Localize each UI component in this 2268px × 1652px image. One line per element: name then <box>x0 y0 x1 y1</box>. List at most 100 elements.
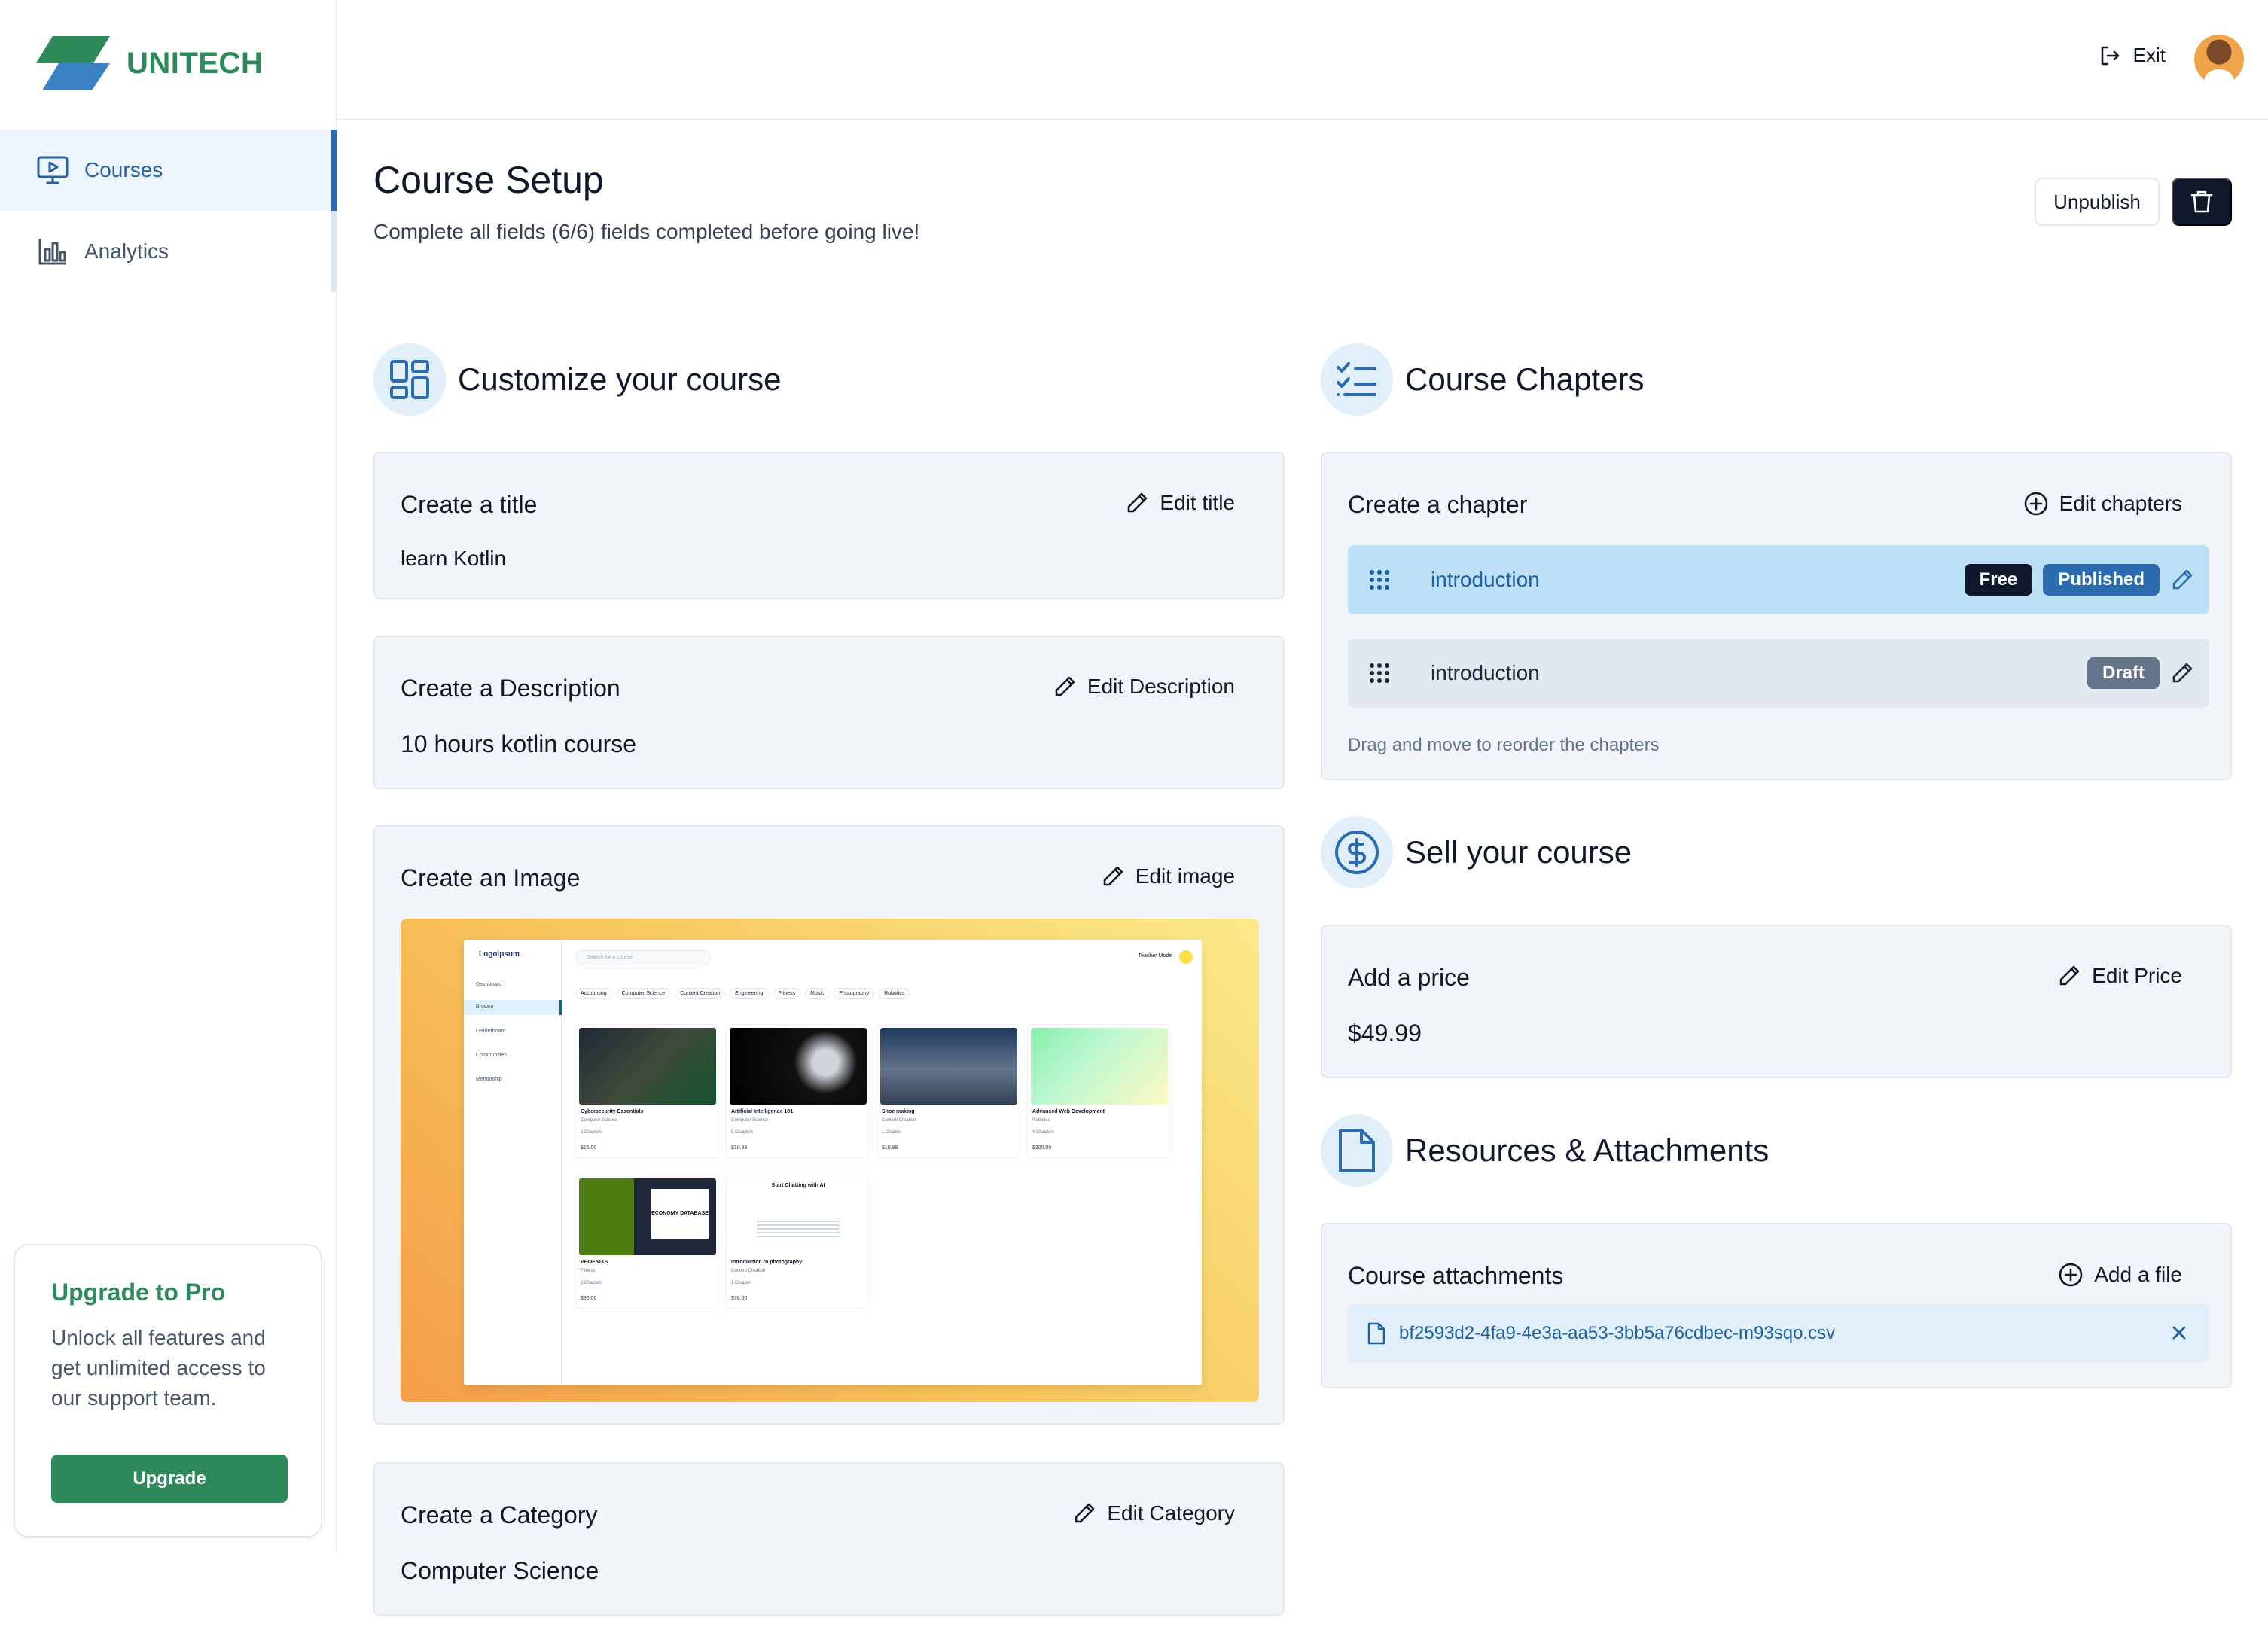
preview-teacher-mode: Teacher Mode <box>1138 953 1172 959</box>
course-image-preview: Logoipsum Dashboard Browse Leaderboard C… <box>401 919 1259 1402</box>
edit-price-button[interactable]: Edit Price <box>2057 964 2182 988</box>
unpublish-button[interactable]: Unpublish <box>2035 178 2160 226</box>
chapter-item[interactable]: introduction Draft <box>1348 639 2209 708</box>
preview-course-price: $10.99 <box>882 1145 898 1151</box>
chapters-section-header: Course Chapters <box>1321 343 1644 416</box>
preview-course-chapters: 4 Chapters <box>1032 1130 1055 1135</box>
exit-button[interactable]: Exit <box>2099 44 2166 67</box>
preview-nav-item: Communities <box>476 1053 507 1058</box>
file-icon <box>1367 1322 1385 1345</box>
preview-avatar <box>1179 950 1193 964</box>
user-avatar[interactable] <box>2194 35 2244 84</box>
chapter-title: introduction <box>1431 661 1540 684</box>
log-out-icon <box>2101 46 2119 65</box>
upgrade-text: Unlock all features and get unlimited ac… <box>51 1326 266 1410</box>
add-file-button[interactable]: Add a file <box>2058 1262 2182 1288</box>
preview-course-category: Robotics <box>1032 1118 1050 1123</box>
trash-icon <box>2190 190 2213 213</box>
preview-course-title: Advanced Web Development <box>1032 1109 1105 1114</box>
close-icon[interactable] <box>2169 1322 2190 1343</box>
preview-thumbnail <box>880 1028 1017 1105</box>
chapter-badges: Free Published <box>1964 545 2194 614</box>
pencil-icon <box>1055 676 1075 696</box>
reorder-hint: Drag and move to reorder the chapters <box>1348 735 1660 755</box>
published-badge: Published <box>2043 564 2160 596</box>
description-card: Create a Description Edit Description 10… <box>373 636 1285 789</box>
preview-sidebar: Logoipsum Dashboard Browse Leaderboard C… <box>464 940 562 1385</box>
draft-badge: Draft <box>2087 657 2160 689</box>
attachments-card-label: Course attachments <box>1348 1262 1564 1289</box>
preview-course-chapters: 5 Chapters <box>731 1130 754 1135</box>
upgrade-button[interactable]: Upgrade <box>51 1455 288 1503</box>
edit-chapters-button[interactable]: Edit chapters <box>2023 491 2182 517</box>
price-card: Add a price Edit Price $49.99 <box>1321 925 2232 1078</box>
preview-nav-item: Browse <box>476 1004 494 1010</box>
preview-course-card: Artificial Intelligence 101 Computer Sci… <box>726 1024 869 1158</box>
pencil-icon <box>1075 1503 1095 1523</box>
delete-course-button[interactable] <box>2172 178 2232 226</box>
preview-screenshot: Logoipsum Dashboard Browse Leaderboard C… <box>464 940 1202 1385</box>
preview-course-category: Content Creation <box>882 1118 916 1123</box>
chapters-heading: Course Chapters <box>1405 361 1645 397</box>
resources-section-header: Resources & Attachments <box>1321 1114 1769 1187</box>
preview-course-title: Shoe making <box>882 1109 915 1114</box>
preview-course-chapters: 6 Chapters <box>581 1130 603 1135</box>
edit-category-button[interactable]: Edit Category <box>1072 1501 1235 1526</box>
sidebar: UNITECH Courses Analytics Upgrade to Pro… <box>0 0 337 1553</box>
grip-icon[interactable] <box>1364 565 1395 595</box>
preview-category: Engineering <box>730 988 769 999</box>
preview-course-price: $300.00 <box>1032 1145 1052 1151</box>
pencil-icon[interactable] <box>2170 568 2194 592</box>
preview-logo: Logoipsum <box>479 950 520 959</box>
preview-category: Computer Science <box>616 988 671 999</box>
attachments-card: Course attachments Add a file bf2593d2-4… <box>1321 1223 2232 1388</box>
chapter-title: introduction <box>1431 568 1540 591</box>
pencil-icon <box>2059 965 2080 986</box>
page-title: Course Setup <box>373 159 604 201</box>
chapters-card: Create a chapter Edit chapters introduct… <box>1321 452 2232 780</box>
sidebar-item-analytics[interactable]: Analytics <box>0 211 337 292</box>
title-card-label: Create a title <box>401 491 538 518</box>
preview-course-title: Cybersecurity Essentials <box>581 1109 644 1114</box>
sidebar-nav: Courses Analytics <box>0 130 337 292</box>
preview-chat-lines <box>757 1218 840 1237</box>
preview-thumbnail <box>1031 1028 1168 1105</box>
chapters-card-label: Create a chapter <box>1348 491 1528 518</box>
resources-heading: Resources & Attachments <box>1405 1132 1770 1168</box>
brand-logo[interactable]: UNITECH <box>36 36 263 90</box>
preview-course-price: $10.99 <box>731 1145 748 1151</box>
topbar: Exit <box>337 0 2268 120</box>
preview-category: Robotics <box>879 988 910 999</box>
sidebar-item-courses[interactable]: Courses <box>0 130 337 211</box>
brand-name: UNITECH <box>127 46 264 80</box>
preview-course-card: Cybersecurity Essentials Computer Scienc… <box>575 1024 718 1158</box>
grip-icon[interactable] <box>1364 658 1395 688</box>
edit-description-label: Edit Description <box>1087 675 1235 698</box>
pencil-icon[interactable] <box>2170 661 2194 685</box>
pencil-icon <box>1103 866 1123 886</box>
category-card-label: Create a Category <box>401 1501 598 1529</box>
course-category-value: Computer Science <box>401 1557 599 1584</box>
preview-category: Photography <box>834 988 875 999</box>
preview-economy-label: ECONOMY DATABASE <box>651 1189 709 1239</box>
edit-description-button[interactable]: Edit Description <box>1053 675 1235 699</box>
preview-nav-item: Mentorship <box>476 1077 502 1082</box>
edit-image-label: Edit image <box>1135 864 1235 888</box>
edit-title-button[interactable]: Edit title <box>1125 491 1235 515</box>
preview-chat-label: Start Chatting with AI <box>771 1183 825 1188</box>
preview-course-title: Introduction to photography <box>731 1260 803 1265</box>
edit-category-label: Edit Category <box>1107 1501 1235 1525</box>
chapter-item[interactable]: introduction Free Published <box>1348 545 2209 614</box>
preview-thumbnail: ECONOMY DATABASE <box>579 1178 716 1255</box>
exit-label: Exit <box>2132 44 2166 66</box>
attachment-file-name[interactable]: bf2593d2-4fa9-4e3a-aa53-3bb5a76cdbec-m93… <box>1399 1323 1835 1344</box>
preview-course-card: Start Chatting with AI Introduction to p… <box>726 1175 869 1309</box>
sell-section-header: Sell your course <box>1321 816 1632 888</box>
preview-course-category: Content Creation <box>731 1269 766 1273</box>
bar-chart-icon <box>36 235 69 268</box>
title-card: Create a title Edit title learn Kotlin <box>373 452 1285 599</box>
preview-category: Music <box>805 988 830 999</box>
preview-course-chapters: 1 Chapter <box>882 1130 902 1135</box>
edit-image-button[interactable]: Edit image <box>1101 864 1235 888</box>
sidebar-item-label: Analytics <box>84 239 169 263</box>
